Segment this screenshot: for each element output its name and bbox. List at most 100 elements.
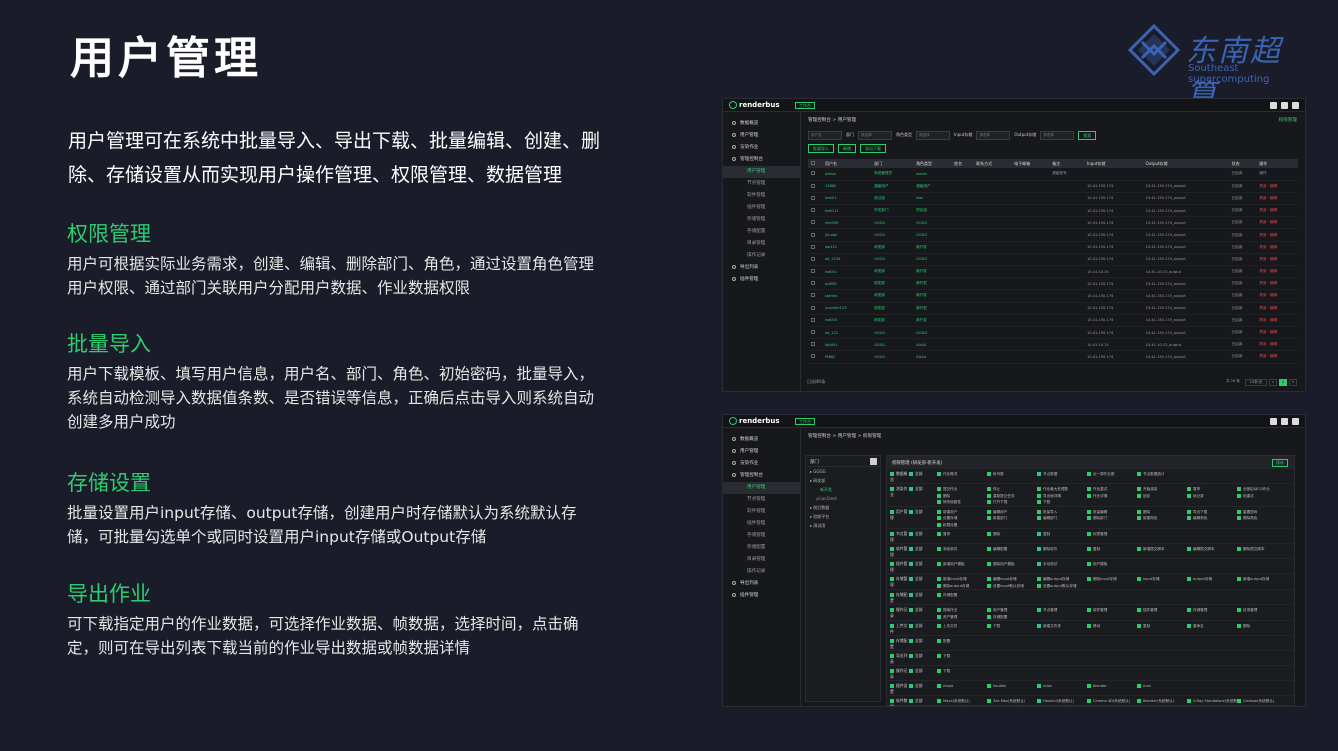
permission-item[interactable]: 资产管理 — [937, 614, 987, 621]
permission-item[interactable]: 删除角色 — [1237, 515, 1287, 522]
row-actions[interactable]: 禁用 · 编辑 — [1256, 326, 1298, 340]
checkbox-icon[interactable] — [890, 639, 894, 643]
permission-item[interactable]: maya_test1.0 — [1087, 705, 1137, 706]
row-actions[interactable]: 禁用 · 编辑 — [1256, 228, 1298, 242]
permission-item[interactable]: 节点数据 — [1037, 471, 1087, 478]
sidebar-item[interactable]: 用户管理 — [723, 482, 800, 494]
sidebar-item[interactable]: 导出列表 — [723, 578, 800, 590]
sidebar-item[interactable]: 存储配置 — [723, 226, 800, 238]
checkbox-icon[interactable] — [890, 487, 894, 491]
row-checkbox[interactable] — [808, 289, 823, 303]
permission-item[interactable]: 节点数据统计 — [1137, 471, 1187, 478]
permission-item[interactable]: 删除用户模板 — [987, 561, 1037, 568]
select-all[interactable]: 全部 — [909, 623, 937, 629]
select-all[interactable]: 全部 — [909, 486, 937, 492]
row-actions[interactable]: 禁用 · 编辑 — [1256, 338, 1298, 352]
permission-item[interactable]: 删除提交脚本 — [1237, 546, 1287, 553]
permission-item[interactable]: 下载 — [937, 653, 987, 660]
sidebar-item[interactable]: 渲染作业 — [723, 458, 800, 470]
sidebar-item[interactable]: 数据概览 — [723, 118, 800, 130]
permission-item[interactable]: 手动测试 — [1037, 561, 1087, 568]
permission-item[interactable]: 设置output默认存储 — [1037, 583, 1087, 590]
checkbox-icon[interactable] — [890, 577, 894, 581]
permission-item[interactable]: 目录管理 — [1237, 607, 1287, 614]
checkbox-icon[interactable] — [890, 593, 894, 597]
sidebar-item[interactable]: 目录管理 — [723, 554, 800, 566]
checkbox-icon[interactable] — [890, 562, 894, 566]
permission-item[interactable]: blender — [1087, 683, 1137, 690]
sidebar-item[interactable]: 软件管理 — [723, 190, 800, 202]
permission-item[interactable]: 近一周作业数 — [1087, 471, 1137, 478]
prev-page-button[interactable]: < — [1269, 379, 1277, 386]
username-input[interactable]: 用户名 — [808, 130, 842, 140]
sidebar-item[interactable]: 目录管理 — [723, 238, 800, 250]
row-checkbox[interactable] — [808, 314, 823, 327]
permission-item[interactable]: 复制 — [1137, 623, 1187, 630]
sidebar-item[interactable]: 节点管理 — [723, 494, 800, 506]
sidebar-item[interactable]: 插件管理 — [723, 202, 800, 214]
permission-item[interactable]: 上传文件 — [937, 623, 987, 630]
row-actions[interactable]: 禁用 · 编辑 — [1256, 289, 1298, 303]
select-all[interactable]: 全部 — [909, 471, 937, 477]
permission-item[interactable]: 新增提交脚本 — [1137, 546, 1187, 553]
row-actions[interactable]: 禁用 · 编辑 — [1256, 253, 1298, 267]
permission-item[interactable]: 存储配置 — [937, 592, 987, 599]
checkbox-icon[interactable] — [890, 699, 894, 703]
sidebar-item[interactable]: 用户管理 — [723, 446, 800, 458]
permission-item[interactable]: 作业详情 — [1087, 493, 1137, 500]
select-all[interactable]: 全部 — [909, 546, 937, 552]
row-checkbox[interactable] — [808, 277, 823, 291]
permission-item[interactable]: input存储 — [1137, 576, 1187, 583]
row-checkbox[interactable] — [808, 180, 823, 193]
permission-item[interactable]: houdini — [987, 683, 1037, 690]
permission-item[interactable]: 用户模板 — [1087, 561, 1137, 568]
permission-item[interactable]: 打开下载 — [987, 499, 1037, 506]
page-size-select[interactable]: 10条/页 — [1245, 379, 1267, 386]
row-checkbox[interactable] — [808, 192, 823, 206]
permission-item[interactable]: 编辑提交脚本 — [1187, 546, 1237, 553]
sidebar-item[interactable]: 操作记录 — [723, 566, 800, 578]
row-actions[interactable]: 禁用 · 编辑 — [1256, 241, 1298, 254]
row-actions[interactable]: 禁用 · 编辑 — [1256, 180, 1298, 193]
sidebar-item[interactable]: 插件管理 — [723, 590, 800, 602]
permission-item[interactable]: 删除软件 — [1037, 546, 1087, 553]
sidebar-item[interactable]: 存储管理 — [723, 530, 800, 542]
permission-item[interactable]: 新增用户模板 — [937, 561, 987, 568]
select-all[interactable]: 全部 — [909, 668, 937, 674]
row-actions[interactable]: 禁用 · 编辑 — [1256, 350, 1298, 364]
permission-item[interactable]: 删除 — [1237, 623, 1287, 630]
tree-node[interactable]: 新开发 — [806, 485, 880, 494]
sidebar-item[interactable]: 用户管理 — [723, 166, 800, 178]
permission-item[interactable]: 复制 — [1087, 546, 1137, 553]
permission-item[interactable]: 软件管理 — [1087, 607, 1137, 614]
tree-node[interactable]: ▸ 前后数据 — [806, 503, 880, 512]
checkbox-icon[interactable] — [890, 669, 894, 673]
permission-item[interactable]: 编辑角色 — [1187, 515, 1237, 522]
sidebar-item[interactable]: 节点管理 — [723, 178, 800, 190]
select-all[interactable]: 全部 — [909, 592, 937, 598]
page-1-button[interactable]: 1 — [1279, 379, 1287, 386]
grid-icon[interactable] — [1270, 102, 1277, 109]
row-checkbox[interactable] — [808, 338, 823, 352]
select-all-checkbox[interactable] — [808, 159, 823, 168]
checkbox-icon[interactable] — [890, 624, 894, 628]
permission-item[interactable]: 编辑配置 — [987, 546, 1037, 553]
input-storage-select[interactable]: 请选择 — [976, 130, 1011, 140]
permission-item[interactable]: Terragen(系统默认) — [1037, 705, 1087, 706]
bell-icon[interactable] — [1281, 418, 1288, 425]
select-all[interactable]: 全部 — [909, 653, 937, 659]
permission-item[interactable]: 帧记录 — [1187, 493, 1237, 500]
checkbox-icon[interactable] — [890, 547, 894, 551]
permission-item[interactable]: 下载 — [937, 668, 987, 675]
row-checkbox[interactable] — [808, 228, 823, 242]
row-actions[interactable]: 禁用 · 编辑 — [1256, 216, 1298, 230]
export-button[interactable]: 导出下载 — [860, 144, 886, 153]
sidebar-item[interactable]: 软件管理 — [723, 506, 800, 518]
permission-item[interactable]: 新建文件夹 — [1037, 623, 1087, 630]
permission-item[interactable]: 删除部门 — [1087, 515, 1137, 522]
sidebar-item[interactable]: 插件管理 — [723, 518, 800, 530]
permission-item[interactable]: 添加软件 — [937, 546, 987, 553]
permission-item[interactable]: Clarisse(系统默认) — [1237, 698, 1287, 705]
select-all[interactable]: 全部 — [909, 607, 937, 613]
row-checkbox[interactable] — [808, 326, 823, 340]
